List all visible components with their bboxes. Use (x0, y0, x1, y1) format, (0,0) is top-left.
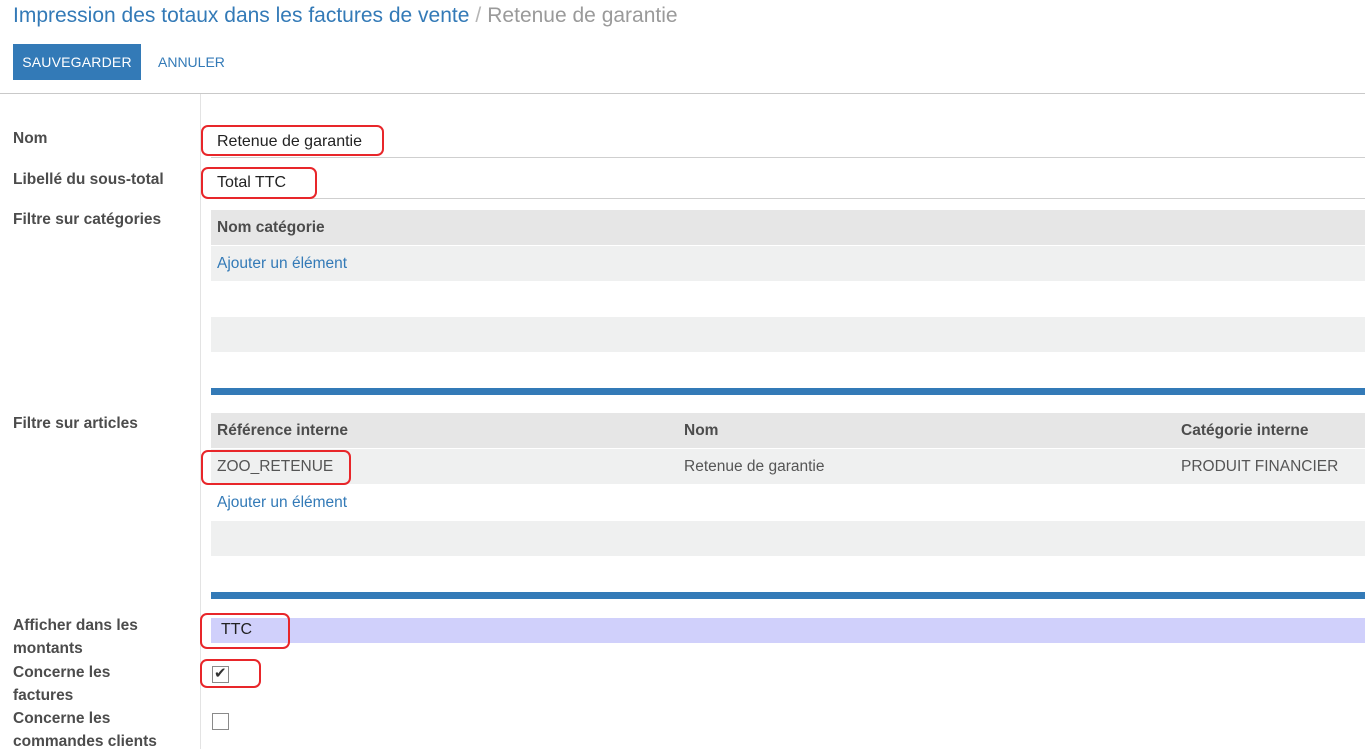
subtotal-label: Libellé du sous-total (13, 171, 164, 188)
subtotal-highlight (201, 167, 317, 199)
product-category-cell: PRODUIT FINANCIER (1181, 458, 1339, 475)
product-filter-label: Filtre sur articles (13, 415, 138, 432)
product-add-item-link[interactable]: Ajouter un élément (217, 494, 347, 512)
table-row[interactable]: ZOO_RETENUE Retenue de garantie PRODUIT … (211, 449, 1365, 484)
amounts-label: Afficher dans les montants (13, 617, 138, 657)
sale-orders-label: Concerne les commandes clients (13, 710, 157, 750)
category-empty-row (211, 317, 1365, 352)
amounts-select[interactable]: TTC (211, 618, 1365, 643)
product-table-footer-bar (211, 592, 1365, 599)
product-table-header: Référence interne Nom Catégorie interne (211, 413, 1365, 448)
category-add-item-link[interactable]: Ajouter un élément (217, 255, 347, 273)
breadcrumb-current: Retenue de garantie (487, 4, 678, 27)
internal-ref-highlight (201, 450, 351, 485)
product-name-column-header[interactable]: Nom (684, 422, 718, 440)
category-table-header: Nom catégorie (211, 210, 1365, 245)
header-divider (0, 93, 1365, 94)
sale-orders-checkbox[interactable] (212, 713, 229, 730)
name-field-underline (211, 157, 1365, 158)
category-column-header[interactable]: Nom catégorie (217, 219, 325, 237)
breadcrumb: Impression des totaux dans les factures … (13, 4, 678, 28)
category-table-footer-bar (211, 388, 1365, 395)
category-filter-label: Filtre sur catégories (13, 211, 162, 228)
amounts-highlight (200, 613, 290, 649)
product-empty-row (211, 521, 1365, 556)
cancel-button[interactable]: ANNULER (150, 44, 233, 80)
breadcrumb-parent-link[interactable]: Impression des totaux dans les factures … (13, 4, 469, 27)
invoices-label: Concerne les factures (13, 664, 111, 704)
internal-category-column-header[interactable]: Catégorie interne (1181, 422, 1308, 440)
product-name-cell: Retenue de garantie (684, 458, 825, 475)
invoices-highlight (200, 659, 261, 688)
internal-ref-column-header[interactable]: Référence interne (217, 422, 348, 440)
category-add-row: Ajouter un élément (211, 246, 1365, 281)
breadcrumb-separator: / (475, 4, 482, 27)
name-label: Nom (13, 130, 48, 147)
subtotal-field-underline (211, 198, 1365, 199)
name-highlight (201, 125, 384, 156)
save-button[interactable]: SAUVEGARDER (13, 44, 141, 80)
